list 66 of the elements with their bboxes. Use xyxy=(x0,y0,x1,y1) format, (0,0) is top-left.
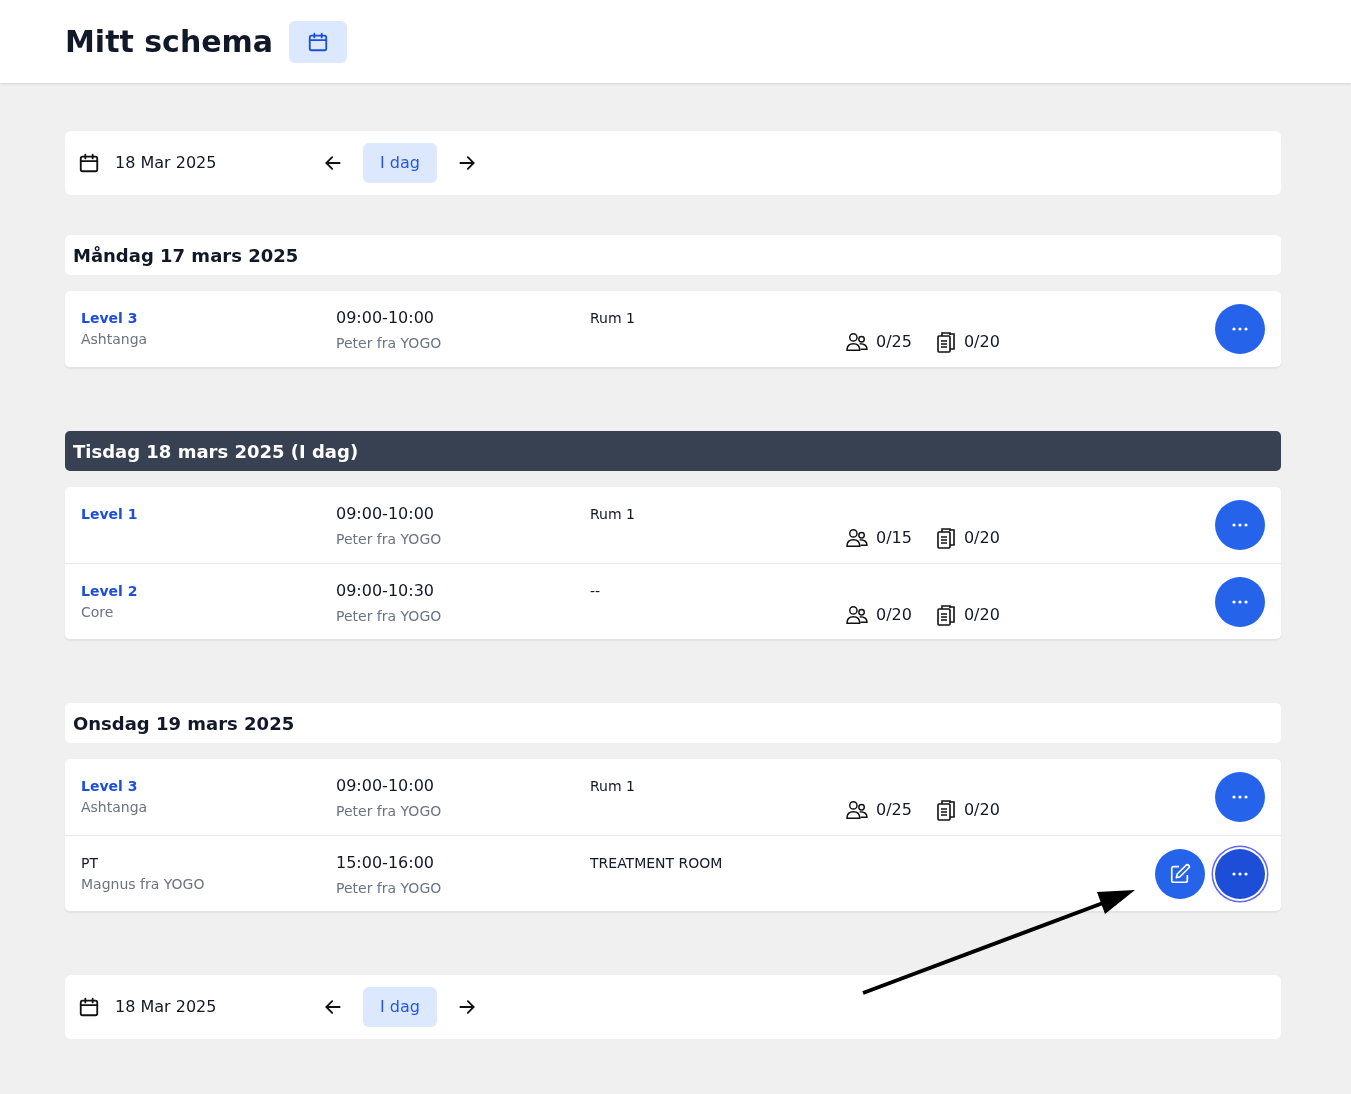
teacher-name: Peter fra YOGO xyxy=(336,879,443,898)
signup-count: 0/20 xyxy=(876,603,912,626)
day-header: Måndag 17 mars 2025 xyxy=(65,235,1281,275)
room-name: Rum 1 xyxy=(590,309,636,328)
people-icon xyxy=(846,604,868,625)
clipboard-icon xyxy=(935,331,956,353)
signup-count: 0/15 xyxy=(876,527,912,549)
date-label: 18 Mar 2025 xyxy=(115,152,218,174)
class-subtitle: Core xyxy=(81,603,115,622)
clipboard-icon xyxy=(935,527,956,549)
date-label: 18 Mar 2025 xyxy=(115,996,218,1018)
calendar-icon xyxy=(307,30,330,53)
room-name: TREATMENT ROOM xyxy=(590,854,724,873)
today-button[interactable]: I dag xyxy=(363,987,437,1027)
people-icon xyxy=(846,332,868,352)
class-title[interactable]: Level 3 xyxy=(81,776,336,797)
signup-count: 0/25 xyxy=(876,331,912,353)
time-range: 15:00-16:00 xyxy=(336,852,435,874)
appointment-title: PT xyxy=(81,854,99,873)
class-subtitle: Ashtanga xyxy=(81,330,149,349)
left-arrow-icon xyxy=(323,153,343,173)
more-icon xyxy=(1232,871,1248,876)
page-title: Mitt schema xyxy=(65,23,274,60)
edit-icon xyxy=(1169,862,1191,885)
more-button[interactable] xyxy=(1215,500,1265,550)
more-icon xyxy=(1232,523,1248,527)
teacher-name: Peter fra YOGO xyxy=(336,607,443,626)
more-icon xyxy=(1232,795,1248,799)
more-button[interactable] xyxy=(1215,304,1265,354)
day-header: Tisdag 18 mars 2025 (I dag) xyxy=(65,431,1281,471)
time-range: 09:00-10:00 xyxy=(336,307,435,329)
teacher-name: Peter fra YOGO xyxy=(336,802,443,821)
class-title[interactable]: Level 1 xyxy=(81,504,336,525)
class-title[interactable]: Level 2 xyxy=(81,581,336,602)
waitlist-count: 0/20 xyxy=(963,527,1000,549)
room-name: -- xyxy=(590,582,602,601)
clipboard-icon xyxy=(935,603,956,626)
waitlist-count: 0/20 xyxy=(963,799,1000,821)
more-icon xyxy=(1232,327,1248,331)
people-icon xyxy=(846,528,868,548)
edit-button[interactable] xyxy=(1155,848,1205,899)
left-arrow-icon xyxy=(323,997,343,1017)
teacher-name: Peter fra YOGO xyxy=(336,530,443,549)
room-name: Rum 1 xyxy=(590,777,636,796)
teacher-name: Peter fra YOGO xyxy=(336,334,443,353)
waitlist-count: 0/20 xyxy=(963,331,1000,353)
calendar-button[interactable] xyxy=(289,20,348,63)
time-range: 09:00-10:30 xyxy=(336,580,435,602)
day-header: Onsdag 19 mars 2025 xyxy=(65,703,1281,743)
calendar-icon xyxy=(78,152,100,174)
time-range: 09:00-10:00 xyxy=(336,775,435,797)
class-subtitle: Magnus fra YOGO xyxy=(81,875,206,894)
more-button[interactable] xyxy=(1215,576,1265,627)
today-button[interactable]: I dag xyxy=(363,143,437,183)
people-icon xyxy=(846,800,868,820)
calendar-icon xyxy=(78,996,100,1018)
clipboard-icon xyxy=(935,799,956,821)
room-name: Rum 1 xyxy=(590,505,636,524)
class-subtitle: Ashtanga xyxy=(81,798,149,817)
time-range: 09:00-10:00 xyxy=(336,503,435,525)
more-button[interactable] xyxy=(1215,772,1265,822)
waitlist-count: 0/20 xyxy=(963,603,1000,626)
more-icon xyxy=(1232,599,1248,604)
class-title[interactable]: Level 3 xyxy=(81,308,336,329)
more-button[interactable] xyxy=(1215,848,1265,899)
signup-count: 0/25 xyxy=(876,799,912,821)
